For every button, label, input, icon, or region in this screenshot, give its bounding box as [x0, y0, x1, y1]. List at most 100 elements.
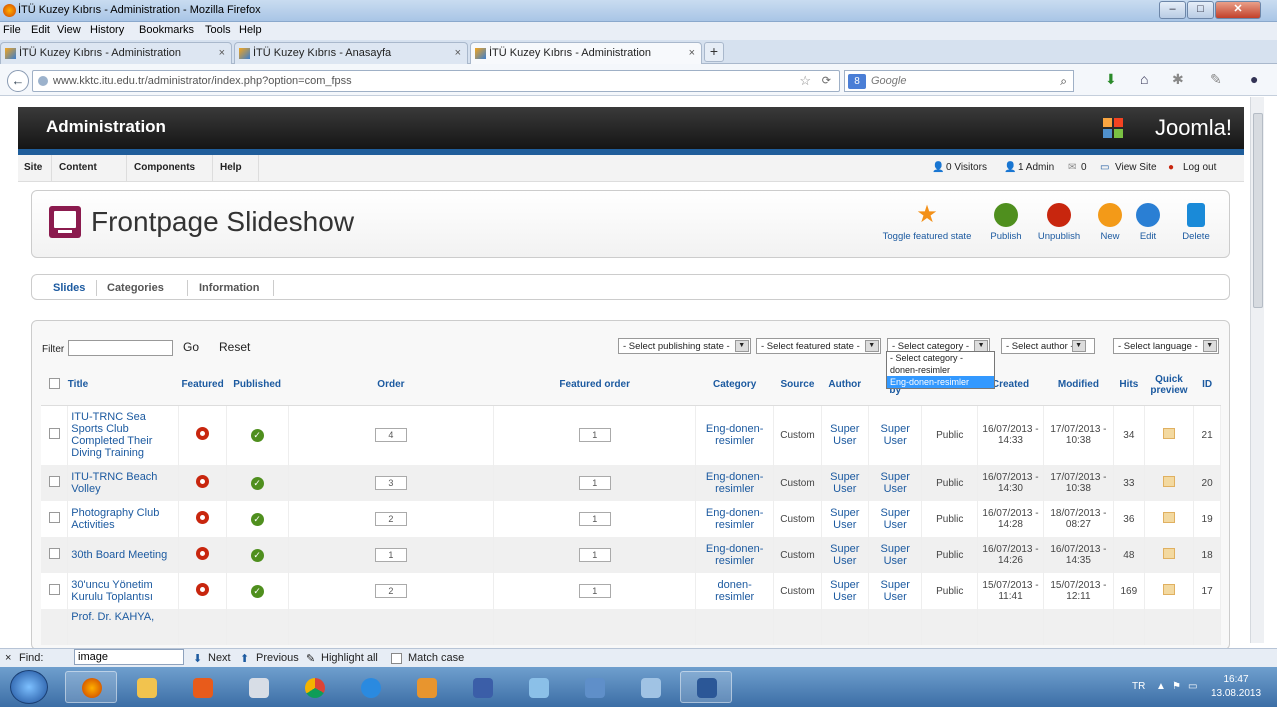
published-check-icon[interactable]: ✓: [250, 428, 264, 442]
order-input[interactable]: 1: [374, 548, 407, 562]
row-checkbox[interactable]: [48, 548, 60, 559]
new-tab-button[interactable]: +: [704, 42, 724, 62]
close-window-button[interactable]: ✕: [1215, 1, 1261, 19]
publishing-state-select[interactable]: - Select publishing state - ▼: [618, 338, 751, 354]
taskbar-visio[interactable]: [456, 671, 508, 703]
slide-title-link[interactable]: Prof. Dr. KAHYA,: [71, 611, 175, 623]
featured-order-input[interactable]: 1: [578, 476, 611, 490]
row-checkbox[interactable]: [48, 476, 60, 487]
category-link[interactable]: Eng-donen-resimler: [695, 537, 775, 573]
modified-by-link[interactable]: Super User: [868, 405, 923, 465]
taskbar-project[interactable]: [568, 671, 620, 703]
modified-by-link[interactable]: Super User: [868, 537, 923, 573]
scroll-thumb[interactable]: [1253, 113, 1263, 308]
address-bar[interactable]: www.kktc.itu.edu.tr/administrator/index.…: [32, 70, 840, 92]
author-link[interactable]: Super User: [821, 465, 869, 501]
published-check-icon[interactable]: ✓: [250, 548, 264, 562]
col-author[interactable]: Author: [821, 365, 869, 406]
row-checkbox[interactable]: [48, 512, 60, 523]
logout-link[interactable]: Log out: [1183, 162, 1216, 173]
category-link[interactable]: Eng-donen-resimler: [695, 465, 775, 501]
new-button[interactable]: New: [1095, 203, 1125, 242]
menu-history[interactable]: History: [90, 24, 124, 36]
menu-file[interactable]: File: [3, 24, 21, 36]
flag-icon[interactable]: ⚑: [1172, 681, 1181, 692]
quick-preview-icon[interactable]: [1162, 428, 1175, 440]
featured-order-input[interactable]: 1: [578, 584, 611, 598]
close-tab-icon[interactable]: ×: [455, 47, 461, 59]
col-featured-order[interactable]: Featured order: [493, 365, 696, 406]
delete-button[interactable]: Delete: [1179, 203, 1213, 242]
taskbar-explorer[interactable]: [120, 671, 172, 703]
view-site-icon[interactable]: ▭: [1100, 162, 1109, 173]
taskbar-snipping[interactable]: [232, 671, 284, 703]
back-button[interactable]: ←: [7, 70, 29, 92]
reset-button[interactable]: Reset: [219, 340, 250, 354]
download-icon[interactable]: ⬇: [1105, 71, 1117, 88]
col-source[interactable]: Source: [773, 365, 822, 406]
not-featured-icon[interactable]: [196, 547, 210, 560]
col-category[interactable]: Category: [695, 365, 774, 406]
quick-preview-icon[interactable]: [1162, 584, 1175, 595]
unpublish-button[interactable]: Unpublish: [1034, 203, 1084, 242]
highlight-all-button[interactable]: Highlight all: [321, 652, 378, 664]
menu-view[interactable]: View: [57, 24, 81, 36]
messages-icon[interactable]: ✉: [1068, 162, 1076, 173]
menu-icon[interactable]: ●: [1250, 71, 1258, 87]
page-scrollbar[interactable]: [1250, 97, 1264, 643]
subnav-information[interactable]: Information: [199, 282, 260, 294]
home-icon[interactable]: ⌂: [1140, 71, 1148, 87]
taskbar-paint[interactable]: [512, 671, 564, 703]
not-featured-icon[interactable]: [196, 475, 210, 488]
search-icon[interactable]: ⌕: [1060, 74, 1067, 89]
order-input[interactable]: 4: [374, 428, 407, 443]
not-featured-icon[interactable]: [196, 583, 210, 596]
modified-by-link[interactable]: Super User: [868, 573, 923, 609]
menu-bookmarks[interactable]: Bookmarks: [139, 24, 194, 36]
quick-preview-icon[interactable]: [1162, 548, 1175, 559]
slide-title-link[interactable]: ITU-TRNC Beach Volley: [71, 471, 175, 495]
author-link[interactable]: Super User: [821, 405, 869, 465]
go-button[interactable]: Go: [183, 340, 199, 354]
featured-state-select[interactable]: - Select featured state - ▼: [756, 338, 881, 354]
dropdown-option-highlighted[interactable]: Eng-donen-resimler: [887, 376, 994, 388]
subnav-slides[interactable]: Slides: [53, 282, 85, 294]
category-link[interactable]: Eng-donen-resimler: [695, 501, 775, 537]
category-link[interactable]: donen-resimler: [695, 573, 775, 609]
taskbar-ie[interactable]: [344, 671, 396, 703]
addon-icon[interactable]: ✱: [1172, 71, 1184, 88]
author-link[interactable]: Super User: [821, 573, 869, 609]
close-find-icon[interactable]: ×: [5, 652, 11, 664]
match-case-label[interactable]: Match case: [408, 652, 464, 664]
featured-order-input[interactable]: 1: [578, 548, 611, 562]
maximize-button[interactable]: □: [1187, 1, 1214, 19]
language-select[interactable]: - Select language - ▼: [1113, 338, 1219, 354]
col-order[interactable]: Order: [288, 365, 494, 406]
close-tab-icon[interactable]: ×: [689, 47, 695, 59]
category-link[interactable]: Eng-donen-resimler: [695, 405, 775, 465]
not-featured-icon[interactable]: [196, 427, 210, 441]
featured-order-input[interactable]: 1: [578, 512, 611, 526]
bookmark-star-icon[interactable]: ☆: [799, 73, 811, 89]
close-tab-icon[interactable]: ×: [219, 47, 225, 59]
messages-count[interactable]: 0: [1081, 162, 1087, 173]
network-icon[interactable]: ▭: [1188, 681, 1197, 692]
taskbar-app[interactable]: [624, 671, 676, 703]
tray-expand-icon[interactable]: ▲: [1156, 681, 1166, 692]
col-published[interactable]: Published: [226, 365, 288, 406]
admin-menu-site[interactable]: Site: [24, 162, 42, 173]
row-checkbox[interactable]: [48, 584, 60, 595]
browser-tab[interactable]: İTÜ Kuzey Kıbrıs - Administration ×: [0, 42, 232, 64]
view-site-link[interactable]: View Site: [1115, 162, 1157, 173]
published-check-icon[interactable]: ✓: [250, 512, 264, 526]
logout-icon[interactable]: ●: [1168, 162, 1174, 173]
tray-time[interactable]: 16:47: [1206, 674, 1266, 685]
published-check-icon[interactable]: ✓: [250, 584, 264, 598]
modified-by-link[interactable]: Super User: [868, 501, 923, 537]
order-input[interactable]: 3: [374, 476, 407, 490]
toggle-featured-button[interactable]: ★ Toggle featured state: [882, 203, 972, 243]
menu-edit[interactable]: Edit: [31, 24, 50, 36]
taskbar-media[interactable]: [176, 671, 228, 703]
col-hits[interactable]: Hits: [1113, 365, 1145, 406]
featured-order-input[interactable]: 1: [578, 428, 611, 443]
